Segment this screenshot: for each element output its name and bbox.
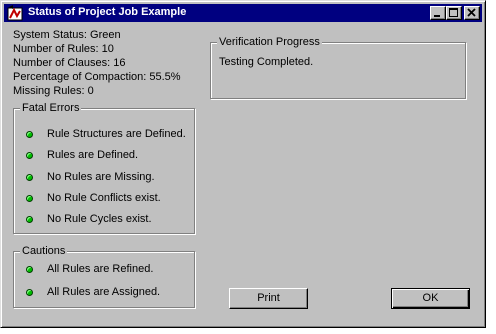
fatal-error-label: Rule Structures are Defined.	[47, 128, 186, 140]
green-status-icon	[26, 266, 33, 273]
green-status-icon	[26, 131, 33, 138]
fatal-error-label: Rules are Defined.	[47, 149, 139, 161]
title-bar[interactable]: Status of Project Job Example	[4, 4, 482, 22]
compaction-text: Percentage of Compaction: 55.5%	[13, 71, 181, 83]
green-status-icon	[26, 152, 33, 159]
verification-progress-group: Verification Progress Testing Completed.	[210, 36, 466, 99]
close-button[interactable]	[464, 6, 480, 20]
print-button[interactable]: Print	[229, 288, 308, 309]
status-dialog: Status of Project Job Example System Sta…	[0, 0, 486, 328]
fatal-errors-title: Fatal Errors	[20, 102, 82, 114]
window-title: Status of Project Job Example	[28, 6, 187, 18]
fatal-error-label: No Rule Cycles exist.	[47, 213, 152, 225]
verification-message: Testing Completed.	[219, 56, 314, 68]
caution-label: All Rules are Assigned.	[47, 286, 161, 298]
maximize-icon	[449, 8, 458, 17]
project-app-icon	[7, 5, 23, 21]
maximize-button[interactable]	[446, 6, 462, 20]
green-status-icon	[26, 216, 33, 223]
close-icon	[467, 8, 476, 17]
green-status-icon	[26, 174, 33, 181]
fatal-error-label: No Rule Conflicts exist.	[47, 192, 161, 204]
minimize-icon	[434, 15, 440, 17]
fatal-errors-group: Fatal Errors Rule Structures are Defined…	[13, 102, 195, 234]
clauses-count-text: Number of Clauses: 16	[13, 57, 126, 69]
green-status-icon	[26, 289, 33, 296]
verification-progress-title: Verification Progress	[217, 36, 322, 48]
fatal-error-label: No Rules are Missing.	[47, 171, 155, 183]
missing-rules-text: Missing Rules: 0	[13, 85, 94, 97]
cautions-group: Cautions All Rules are Refined. All Rule…	[13, 245, 195, 308]
ok-button[interactable]: OK	[391, 288, 470, 309]
rules-count-text: Number of Rules: 10	[13, 43, 114, 55]
minimize-button[interactable]	[430, 6, 446, 20]
green-status-icon	[26, 195, 33, 202]
caution-label: All Rules are Refined.	[47, 263, 154, 275]
system-status-text: System Status: Green	[13, 29, 121, 41]
cautions-title: Cautions	[20, 245, 68, 257]
